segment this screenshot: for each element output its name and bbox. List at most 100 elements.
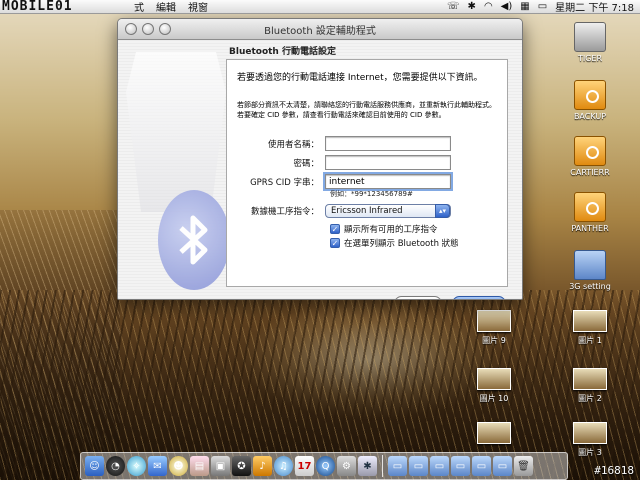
desktop-icon-label: 圖片 3 (578, 448, 602, 457)
menu-app[interactable]: 式 (128, 0, 150, 14)
movies-folder-icon[interactable]: ▭ (472, 456, 491, 476)
volume-icon[interactable]: ◀) (497, 1, 517, 12)
external-disk-icon (574, 80, 606, 110)
quicktime-icon[interactable]: Q (316, 456, 335, 476)
battery-icon[interactable]: ▭ (534, 1, 551, 12)
bluetooth-icon[interactable]: ✱ (464, 1, 480, 12)
desktop-icon-label: 圖片 10 (479, 394, 509, 403)
close-button[interactable] (125, 23, 137, 35)
gprs-cid-row: GPRS CID 字串： (229, 172, 453, 191)
applications-folder-icon[interactable]: ▭ (388, 456, 407, 476)
desktop-icon-label: 圖片 2 (578, 394, 602, 403)
picture-thumbnail-icon (477, 368, 511, 390)
desktop-icon-label: 3G setting (569, 282, 611, 291)
popup-arrows-icon: ▴▾ (435, 204, 450, 218)
picture-thumbnail-icon (573, 310, 607, 332)
desktop-disk-cartierr[interactable]: CARTIERR (560, 136, 620, 177)
safari-icon[interactable]: ✧ (127, 456, 146, 476)
show-all-scripts-label: 顯示所有可用的工序指令 (344, 225, 438, 235)
modem-selected-value: Ericsson Infrared (331, 206, 403, 216)
menu-edit[interactable]: 編輯 (150, 0, 182, 14)
picture-thumbnail-icon (573, 422, 607, 444)
desktop-picture-1[interactable]: 圖片 1 (560, 310, 620, 346)
window-body: Bluetooth 行動電話設定 若要透過您的行動電話連接 Internet，您… (118, 40, 522, 299)
headset-icon[interactable]: ☏ (443, 1, 464, 12)
desktop-picture-10[interactable]: 圖片 10 (464, 368, 524, 404)
imovie-icon[interactable]: ✪ (232, 456, 251, 476)
username-label: 使用者名稱： (267, 139, 319, 150)
show-bluetooth-status-row[interactable]: ✓ 在選單列顯示 Bluetooth 狀態 (330, 237, 459, 249)
preview-icon[interactable]: ▤ (190, 456, 209, 476)
watermark: #16818 (594, 464, 634, 477)
desktop-folder-3g-setting[interactable]: 3G setting (560, 250, 620, 291)
dashboard-icon[interactable]: ◔ (106, 456, 125, 476)
bluetooth-utility-icon[interactable]: ✱ (358, 456, 377, 476)
note-line-2: 若要確定 CID 參數，請查看行動電話來確認目前使用的 CID 參數。 (237, 111, 446, 119)
window-titlebar[interactable]: Bluetooth 設定輔助程式 (118, 19, 522, 40)
desktop-disk-panther[interactable]: PANTHER (560, 192, 620, 233)
trash-icon[interactable]: 🗑 (514, 456, 533, 476)
password-input[interactable] (325, 155, 451, 170)
menu-clock[interactable]: 星期二 下午 7:18 (551, 0, 640, 14)
picture-thumbnail-icon (477, 310, 511, 332)
zoom-button[interactable] (159, 23, 171, 35)
desktop-picture-unnamed[interactable] (464, 422, 524, 447)
assistant-side-art (118, 40, 226, 299)
menu-window[interactable]: 視窗 (182, 0, 214, 14)
desktop-disk-backup[interactable]: BACKUP (560, 80, 620, 121)
music-folder-icon[interactable]: ▭ (493, 456, 512, 476)
external-disk-icon (574, 192, 606, 222)
desktop-icon-label: PANTHER (571, 224, 609, 233)
desktop-disk-tiger[interactable]: TIGER (560, 22, 620, 63)
ical-icon[interactable]: 17 (295, 456, 314, 476)
window-controls (125, 23, 171, 35)
garageband-icon[interactable]: ♪ (253, 456, 272, 476)
gprs-cid-input[interactable] (323, 172, 453, 191)
system-preferences-icon[interactable]: ⚙ (337, 456, 356, 476)
iphoto-icon[interactable]: ▣ (211, 456, 230, 476)
username-row: 使用者名稱： (229, 136, 451, 151)
desktop-icon-label: 圖片 9 (482, 336, 506, 345)
section-title: Bluetooth 行動電話設定 (229, 47, 336, 57)
downloads-folder-icon[interactable]: ▭ (430, 456, 449, 476)
pictures-folder-icon[interactable]: ▭ (451, 456, 470, 476)
gprs-cid-label: GPRS CID 字串： (250, 177, 319, 188)
continue-button[interactable]: 繼續 (452, 296, 506, 299)
minimize-button[interactable] (142, 23, 154, 35)
bluetooth-logo-icon (158, 190, 226, 290)
wifi-icon[interactable]: ◠ (480, 1, 497, 12)
password-label: 密碼： (293, 158, 319, 169)
show-bluetooth-status-checkbox[interactable]: ✓ (330, 238, 340, 248)
tuxedo-illustration (126, 52, 226, 212)
mail-icon[interactable]: ✉ (148, 456, 167, 476)
picture-thumbnail-icon (573, 368, 607, 390)
desktop-picture-3[interactable]: 圖片 3 (560, 422, 620, 458)
bluetooth-rune-icon (179, 215, 208, 265)
show-all-scripts-row[interactable]: ✓ 顯示所有可用的工序指令 (330, 223, 438, 235)
back-button[interactable]: 返回 (394, 296, 442, 299)
itunes-icon[interactable]: ♫ (274, 456, 293, 476)
ichat-icon[interactable]: ☻ (169, 456, 188, 476)
show-all-scripts-checkbox[interactable]: ✓ (330, 224, 340, 234)
settings-panel: 若要透過您的行動電話連接 Internet，您需要提供以下資訊。 若節部分資訊不… (226, 59, 508, 287)
desktop-picture-9[interactable]: 圖片 9 (464, 310, 524, 346)
bluetooth-setup-assistant-window: Bluetooth 設定輔助程式 Bluetooth 行動電話設定 若要透過您的… (117, 18, 523, 300)
desktop-icon-label: TIGER (577, 54, 603, 63)
picture-thumbnail-icon (477, 422, 511, 444)
modem-script-popup[interactable]: Ericsson Infrared ▴▾ (325, 204, 451, 218)
mobile01-logo: MOBILE01 (2, 0, 73, 14)
finder-icon[interactable]: ☺ (85, 456, 104, 476)
note-line-1: 若節部分資訊不太清楚，請聯絡您的行動電話服務供應商，並重新執行此輔助程式。 (237, 101, 496, 109)
folder-icon (574, 250, 606, 280)
dock-separator (382, 455, 383, 477)
desktop-picture-2[interactable]: 圖片 2 (560, 368, 620, 404)
show-bluetooth-status-label: 在選單列顯示 Bluetooth 狀態 (344, 239, 459, 249)
documents-folder-icon[interactable]: ▭ (409, 456, 428, 476)
flag-icon[interactable]: ▦ (516, 1, 533, 12)
window-title: Bluetooth 設定輔助程式 (264, 25, 376, 37)
desktop-icon-label: CARTIERR (570, 168, 610, 177)
hard-disk-icon (574, 22, 606, 52)
modem-label: 數據機工序指令： (250, 207, 319, 217)
menu-bar: MOBILE01 式 編輯 視窗 ☏ ✱ ◠ ◀) ▦ ▭ 星期二 下午 7:1… (0, 0, 640, 14)
username-input[interactable] (325, 136, 451, 151)
